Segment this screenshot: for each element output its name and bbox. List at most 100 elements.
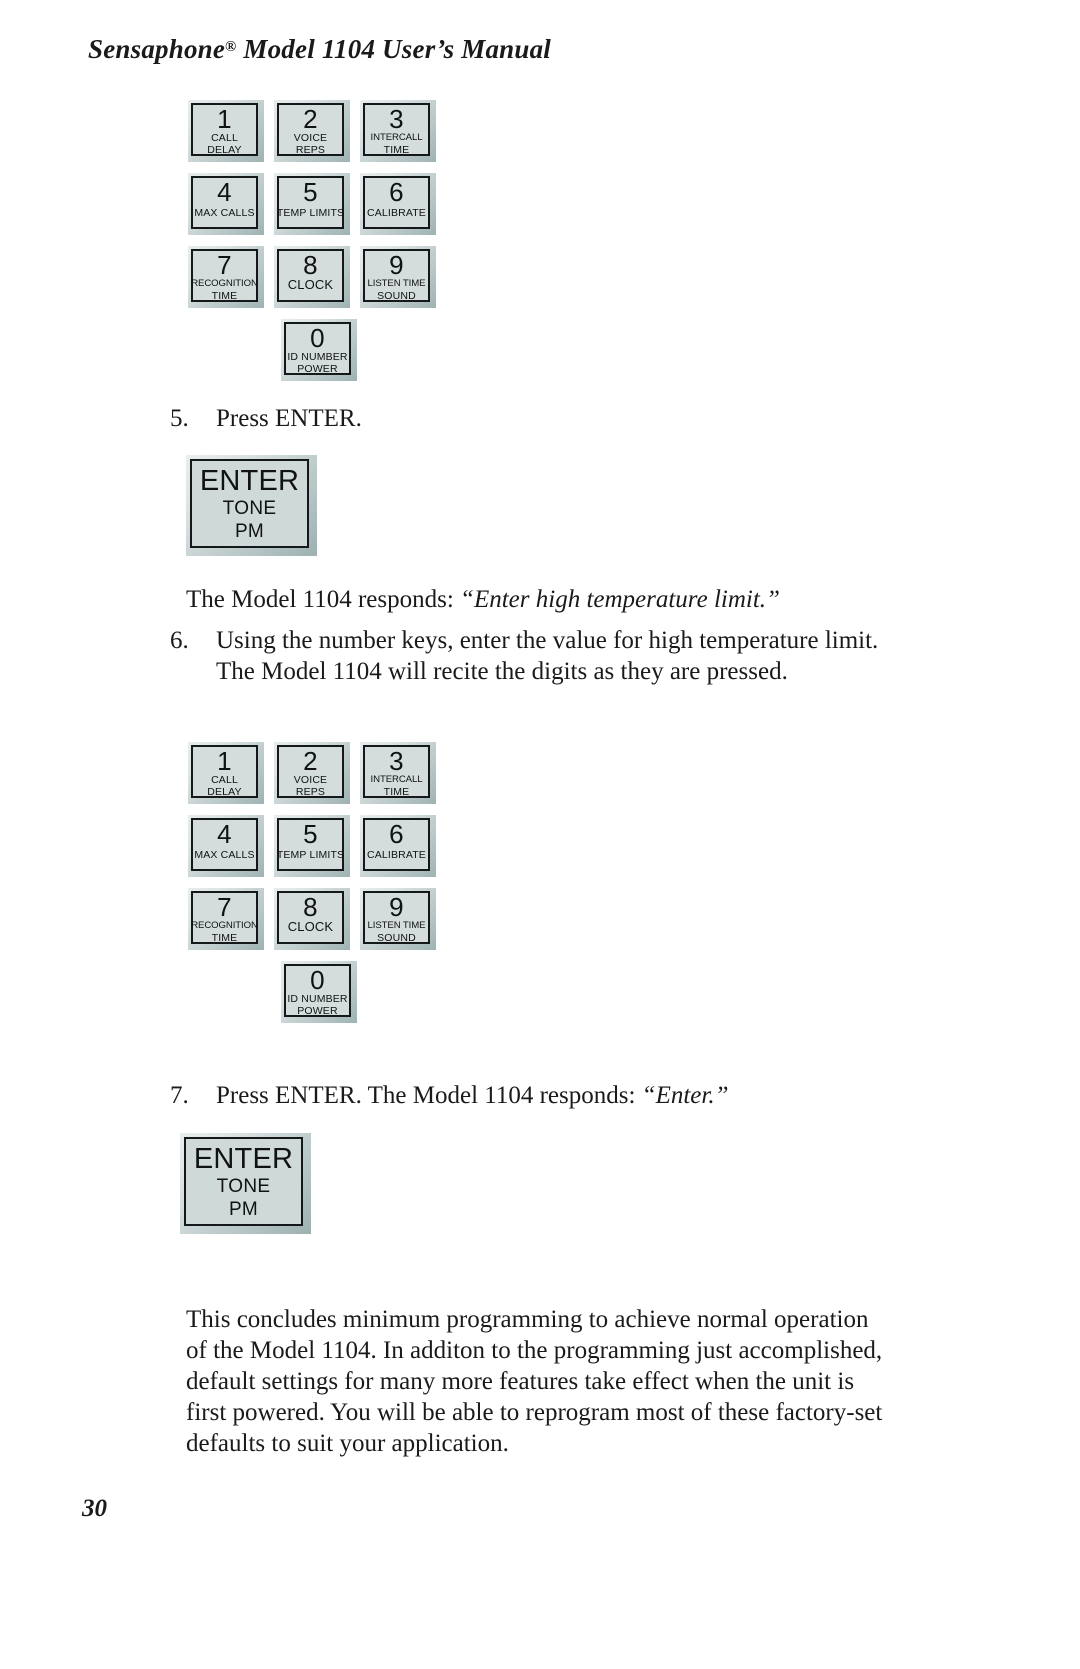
key-9-b[interactable]: 9 LISTEN TIME SOUND	[360, 888, 436, 950]
key-0-b-digit: 0	[310, 965, 325, 995]
step-6-text: Using the number keys, enter the value f…	[216, 627, 879, 685]
response-5-lead: The Model 1104 responds:	[186, 586, 461, 613]
keypad-row-1: 1 CALL DELAY 2 VOICE REPS 3 INTERCALL TI…	[188, 100, 436, 162]
key-0-b-label-line1: ID NUMBER	[287, 993, 348, 1005]
closing-paragraph: This concludes minimum programming to ac…	[186, 1306, 883, 1457]
key-9-digit: 9	[389, 250, 404, 280]
key-2-b[interactable]: 2 VOICE REPS	[274, 742, 350, 804]
keypad-row-4: 0 ID NUMBER POWER	[281, 319, 436, 381]
key-4-b[interactable]: 4 MAX CALLS	[188, 815, 264, 877]
key-8-b-digit: 8	[303, 892, 318, 922]
key-6-b[interactable]: 6 CALIBRATE	[360, 815, 436, 877]
enter-key-label-1: ENTER	[199, 465, 300, 497]
key-9-b-label-line1: LISTEN TIME	[367, 920, 426, 931]
keypad-row-1-b: 1 CALL DELAY 2 VOICE REPS 3 INTERCALL TI…	[188, 742, 436, 804]
response-after-step-5: The Model 1104 responds: “Enter high tem…	[186, 584, 946, 615]
key-5-b-digit: 5	[303, 819, 318, 849]
key-7-b[interactable]: 7 RECOGNITION TIME	[188, 888, 264, 950]
key-2-b-label-line2: REPS	[295, 786, 326, 798]
header-title-rest: Model 1104 User’s Manual	[236, 34, 551, 64]
response-5-quote: “Enter high temperature limit.”	[460, 586, 780, 613]
key-2-b-label-line1: VOICE	[293, 774, 328, 786]
key-7-label-line2: TIME	[211, 290, 238, 302]
step-7-text: Press ENTER. The Model 1104 responds: “E…	[216, 1080, 930, 1111]
keypad-row-3-b: 7 RECOGNITION TIME 8 CLOCK 9 LISTEN TIME…	[188, 888, 436, 950]
step-5-number: 5.	[170, 405, 189, 432]
key-0-digit: 0	[310, 323, 325, 353]
key-2-b-digit: 2	[303, 746, 318, 776]
key-0-b[interactable]: 0 ID NUMBER POWER	[281, 961, 357, 1023]
keypad-row-2-b: 4 MAX CALLS 5 TEMP LIMITS 6 CALIBRATE	[188, 815, 436, 877]
key-2-label-line1: VOICE	[293, 132, 328, 144]
key-8[interactable]: 8 CLOCK	[274, 246, 350, 308]
step-7-number: 7.	[170, 1082, 189, 1109]
page-header: Sensaphone® Model 1104 User’s Manual	[88, 34, 551, 65]
key-6-digit: 6	[389, 177, 404, 207]
keypad-diagram-top: 1 CALL DELAY 2 VOICE REPS 3 INTERCALL TI…	[188, 100, 436, 381]
enter-key-diagram-1[interactable]: ENTER TONE PM	[186, 455, 317, 556]
step-7: 7. Press ENTER. The Model 1104 responds:…	[170, 1080, 930, 1111]
step-6: 6. Using the number keys, enter the valu…	[170, 625, 880, 687]
key-6-b-digit: 6	[389, 819, 404, 849]
key-2[interactable]: 2 VOICE REPS	[274, 100, 350, 162]
key-8-b[interactable]: 8 CLOCK	[274, 888, 350, 950]
key-9-label-line1: LISTEN TIME	[367, 278, 426, 289]
key-3[interactable]: 3 INTERCALL TIME	[360, 100, 436, 162]
key-9[interactable]: 9 LISTEN TIME SOUND	[360, 246, 436, 308]
key-6[interactable]: 6 CALIBRATE	[360, 173, 436, 235]
key-9-b-digit: 9	[389, 892, 404, 922]
key-0-b-label-line2: POWER	[297, 1005, 338, 1017]
enter-key-diagram-2[interactable]: ENTER TONE PM	[180, 1133, 311, 1234]
enter-key-sub-tone-2: TONE	[216, 1176, 271, 1197]
header-brand: Sensaphone	[88, 34, 226, 64]
key-8-digit: 8	[303, 250, 318, 280]
key-1[interactable]: 1 CALL DELAY	[188, 100, 264, 162]
key-5-b-label-line1: TEMP LIMITS	[276, 849, 345, 861]
key-4-b-label-line1: MAX CALLS	[194, 849, 255, 861]
step-7-quote: “Enter.”	[641, 1082, 729, 1109]
key-1-b-label-line2: DELAY	[207, 786, 242, 798]
key-4-digit: 4	[217, 177, 232, 207]
key-7[interactable]: 7 RECOGNITION TIME	[188, 246, 264, 308]
key-3-b-label-line1: INTERCALL	[370, 774, 423, 785]
key-4-b-digit: 4	[217, 819, 232, 849]
keypad-row-3: 7 RECOGNITION TIME 8 CLOCK 9 LISTEN TIME…	[188, 246, 436, 308]
key-3-label-line2: TIME	[383, 144, 410, 156]
key-8-b-label-line1: CLOCK	[287, 919, 334, 934]
key-5[interactable]: 5 TEMP LIMITS	[274, 173, 350, 235]
key-7-digit: 7	[217, 250, 232, 280]
key-5-label-line1: TEMP LIMITS	[276, 207, 345, 219]
key-0[interactable]: 0 ID NUMBER POWER	[281, 319, 357, 381]
key-0-label-line2: POWER	[297, 363, 338, 375]
key-3-b-label-line2: TIME	[383, 786, 410, 798]
step-5: 5. Press ENTER.	[170, 403, 870, 434]
key-1-b-digit: 1	[217, 746, 232, 776]
key-4[interactable]: 4 MAX CALLS	[188, 173, 264, 235]
key-1-b[interactable]: 1 CALL DELAY	[188, 742, 264, 804]
key-9-label-line2: SOUND	[377, 290, 416, 302]
key-0-label-line1: ID NUMBER	[287, 351, 348, 363]
registered-trademark-icon: ®	[225, 39, 237, 55]
key-1-label-line2: DELAY	[207, 144, 242, 156]
key-5-b[interactable]: 5 TEMP LIMITS	[274, 815, 350, 877]
key-7-b-label-line1: RECOGNITION	[191, 920, 258, 931]
key-6-label-line1: CALIBRATE	[367, 207, 426, 219]
step-7-lead: Press ENTER. The Model 1104 responds:	[216, 1082, 642, 1109]
key-3-digit: 3	[389, 104, 404, 134]
step-6-number: 6.	[170, 627, 189, 654]
key-3-b[interactable]: 3 INTERCALL TIME	[360, 742, 436, 804]
key-3-b-digit: 3	[389, 746, 404, 776]
enter-key-label-2: ENTER	[193, 1143, 294, 1175]
key-1-digit: 1	[217, 104, 232, 134]
key-7-b-digit: 7	[217, 892, 232, 922]
page-number: 30	[82, 1495, 107, 1522]
key-9-b-label-line2: SOUND	[377, 932, 416, 944]
key-7-label-line1: RECOGNITION	[191, 278, 258, 289]
enter-key-sub-pm-1: PM	[234, 521, 265, 542]
key-1-label-line1: CALL	[211, 132, 238, 144]
keypad-row-2: 4 MAX CALLS 5 TEMP LIMITS 6 CALIBRATE	[188, 173, 436, 235]
keypad-row-4-b: 0 ID NUMBER POWER	[281, 961, 436, 1023]
key-3-label-line1: INTERCALL	[370, 132, 423, 143]
key-1-b-label-line1: CALL	[211, 774, 238, 786]
keypad-diagram-bottom: 1 CALL DELAY 2 VOICE REPS 3 INTERCALL TI…	[188, 742, 436, 1023]
